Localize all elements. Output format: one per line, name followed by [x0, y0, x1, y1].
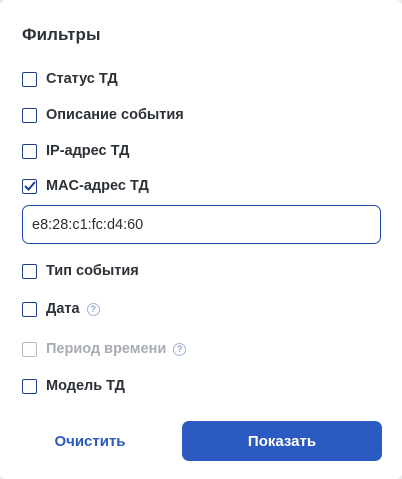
checkmark-icon [23, 181, 36, 191]
question-circle-icon[interactable]: ? [173, 342, 187, 356]
filter-label: IP-адрес ТД [46, 143, 130, 159]
filter-label: Описание события [46, 107, 184, 123]
filter-label: Дата [46, 301, 80, 317]
filter-time-period: Период времени ? [22, 338, 187, 360]
filter-label: Тип события [46, 263, 139, 279]
panel-title: Фильтры [22, 25, 101, 44]
filter-ap-ip-address[interactable]: IP-адрес ТД [22, 140, 129, 162]
filters-panel: Фильтры Статус ТД Описание события IP-ад… [0, 0, 402, 479]
question-circle-icon[interactable]: ? [86, 302, 100, 316]
mac-address-input[interactable] [22, 205, 381, 244]
filter-label: MAC-адрес ТД [46, 178, 149, 194]
filter-label: Период времени [46, 341, 167, 357]
checkbox[interactable] [22, 263, 37, 279]
filter-ap-status[interactable]: Статус ТД [22, 68, 118, 90]
checkbox[interactable] [22, 143, 37, 159]
filter-date[interactable]: Дата ? [22, 298, 100, 320]
checkbox[interactable] [22, 178, 37, 194]
filter-label: Статус ТД [46, 71, 118, 87]
filter-event-description[interactable]: Описание события [22, 104, 184, 126]
clear-button[interactable]: Очистить [38, 421, 142, 461]
show-button[interactable]: Показать [182, 421, 382, 461]
checkbox[interactable] [22, 107, 37, 123]
filter-label: Модель ТД [46, 378, 125, 394]
filter-event-type[interactable]: Тип события [22, 260, 139, 282]
checkbox[interactable] [22, 71, 37, 87]
filter-ap-model[interactable]: Модель ТД [22, 375, 125, 397]
filter-ap-mac-address[interactable]: MAC-адрес ТД [22, 175, 149, 197]
checkbox[interactable] [22, 378, 37, 394]
checkbox[interactable] [22, 301, 37, 317]
checkbox [22, 341, 37, 357]
